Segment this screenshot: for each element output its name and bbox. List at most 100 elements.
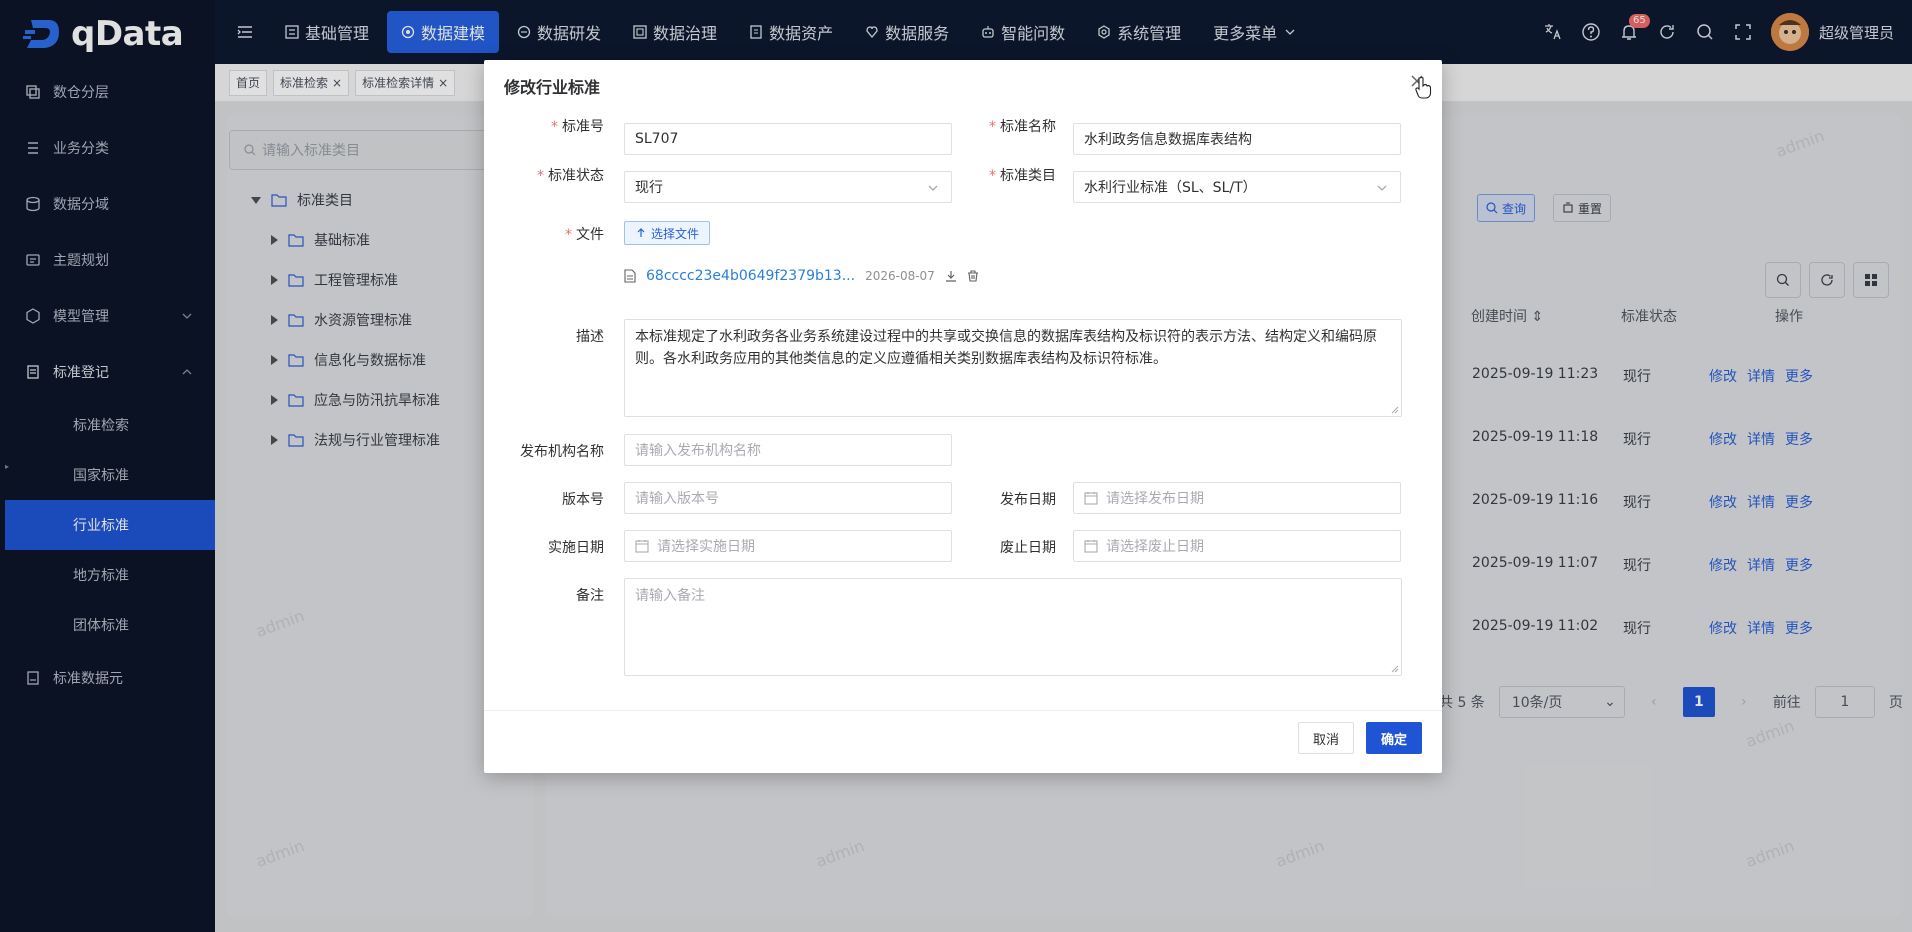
avatar[interactable]: [1770, 13, 1809, 51]
goto-page-input[interactable]: 1: [1814, 686, 1875, 718]
edit-link[interactable]: 修改: [1709, 492, 1737, 512]
reset-button[interactable]: 重置: [1553, 194, 1612, 222]
sidebar-item-theme[interactable]: 主题规划: [5, 234, 215, 286]
model-icon: [25, 308, 41, 324]
sidebar-item-model[interactable]: 模型管理: [5, 290, 215, 342]
tree-search-input[interactable]: 请输入标准类目: [229, 130, 489, 170]
more-link[interactable]: 更多: [1785, 429, 1813, 449]
abolish-date-picker[interactable]: 请选择废止日期: [1073, 530, 1401, 562]
sidebar-subitem-national[interactable]: 国家标准: [5, 450, 215, 500]
nav-assets[interactable]: 数据资产: [735, 11, 847, 53]
version-input[interactable]: 请输入版本号: [624, 482, 952, 514]
nav-dev[interactable]: 数据研发: [503, 11, 615, 53]
edit-link[interactable]: 修改: [1709, 366, 1737, 386]
sidebar-item-data-element[interactable]: 标准数据元: [5, 652, 215, 704]
caret-right-icon[interactable]: [271, 395, 278, 405]
sidebar-item-register[interactable]: 标准登记: [5, 346, 215, 398]
caret-right-icon[interactable]: [271, 315, 278, 325]
nav-governance[interactable]: 数据治理: [619, 11, 731, 53]
nav-more[interactable]: 更多菜单: [1199, 11, 1311, 53]
effective-date-picker[interactable]: 请选择实施日期: [624, 530, 952, 562]
search-icon[interactable]: [1765, 262, 1801, 298]
query-button[interactable]: 查询: [1477, 194, 1536, 222]
edit-link[interactable]: 修改: [1709, 555, 1737, 575]
more-link[interactable]: 更多: [1785, 492, 1813, 512]
detail-link[interactable]: 详情: [1747, 366, 1775, 386]
menu-collapse-icon[interactable]: [231, 18, 259, 46]
service-icon: [865, 25, 879, 39]
detail-link[interactable]: 详情: [1747, 555, 1775, 575]
choose-file-button[interactable]: 选择文件: [624, 221, 711, 245]
name-input[interactable]: 水利政务信息数据库表结构: [1073, 123, 1401, 155]
edit-link[interactable]: 修改: [1709, 618, 1737, 638]
publisher-input[interactable]: 请输入发布机构名称: [624, 434, 952, 466]
tree-node[interactable]: 工程管理标准: [271, 270, 398, 290]
app-logo[interactable]: qData: [5, 0, 215, 68]
prev-page-icon[interactable]: ‹: [1639, 687, 1669, 717]
edit-link[interactable]: 修改: [1709, 429, 1737, 449]
sidebar-subitem-industry[interactable]: 行业标准: [5, 500, 215, 550]
status-select[interactable]: 现行: [624, 171, 952, 203]
caret-right-icon[interactable]: [271, 435, 278, 445]
confirm-button[interactable]: 确定: [1366, 722, 1422, 754]
description-textarea[interactable]: 本标准规定了水利政务各业务系统建设过程中的共享或交换信息的数据库表结构及标识符的…: [624, 319, 1402, 417]
close-icon[interactable]: ×: [332, 76, 342, 90]
tag-standard-search[interactable]: 标准检索 ×: [273, 69, 350, 96]
tree-node[interactable]: 法规与行业管理标准: [271, 430, 440, 450]
sidebar-item-layers[interactable]: 数仓分层: [5, 66, 215, 118]
tree-root[interactable]: 标准类目: [251, 190, 353, 210]
caret-right-icon[interactable]: [271, 275, 278, 285]
delete-icon[interactable]: [967, 270, 979, 282]
tree-node[interactable]: 水资源管理标准: [271, 310, 412, 330]
sidebar-subitem-local[interactable]: 地方标准: [5, 550, 215, 600]
refresh-icon[interactable]: [1657, 22, 1677, 42]
tree-node[interactable]: 基础标准: [271, 230, 370, 250]
tree-node[interactable]: 应急与防汛抗旱标准: [271, 390, 440, 410]
nav-basic[interactable]: 基础管理: [271, 11, 383, 53]
tag-home[interactable]: 首页: [229, 69, 268, 96]
caret-right-icon[interactable]: [271, 235, 278, 245]
tag-standard-detail[interactable]: 标准检索详情 ×: [355, 69, 456, 96]
resize-handle-icon[interactable]: [1391, 665, 1399, 673]
sort-icon[interactable]: ⇕: [1531, 309, 1543, 325]
user-name[interactable]: 超级管理员: [1819, 22, 1894, 43]
nav-modeling[interactable]: 数据建模: [387, 11, 500, 53]
nav-system[interactable]: 系统管理: [1083, 11, 1195, 53]
column-created-time[interactable]: 创建时间 ⇕: [1471, 306, 1543, 326]
code-input[interactable]: SL707: [624, 123, 952, 155]
nav-service[interactable]: 数据服务: [851, 11, 963, 53]
sidebar-subitem-search[interactable]: 标准检索: [5, 400, 215, 450]
resize-handle-icon[interactable]: [1391, 406, 1399, 414]
detail-link[interactable]: 详情: [1747, 429, 1775, 449]
more-link[interactable]: 更多: [1785, 618, 1813, 638]
file-name-link[interactable]: 68cccc23e4b0649f2379b13...: [646, 268, 855, 284]
fullscreen-icon[interactable]: [1733, 22, 1753, 42]
refresh-icon[interactable]: [1809, 262, 1845, 298]
detail-link[interactable]: 详情: [1747, 492, 1775, 512]
caret-right-icon[interactable]: [271, 355, 278, 365]
detail-link[interactable]: 详情: [1747, 618, 1775, 638]
nav-ai-query[interactable]: 智能问数: [967, 11, 1079, 53]
cancel-button[interactable]: 取消: [1298, 722, 1354, 754]
columns-icon[interactable]: [1853, 262, 1889, 298]
remark-textarea[interactable]: 请输入备注: [624, 578, 1402, 676]
download-icon[interactable]: [945, 270, 957, 282]
search-icon[interactable]: [1695, 22, 1715, 42]
translate-icon[interactable]: [1543, 22, 1563, 42]
bell-icon[interactable]: 65: [1619, 14, 1650, 42]
sidebar-subitem-group[interactable]: 团体标准: [5, 600, 215, 650]
sidebar-item-business[interactable]: 业务分类: [5, 122, 215, 174]
sidebar-item-domain[interactable]: 数据分域: [5, 178, 215, 230]
next-page-icon[interactable]: ›: [1729, 687, 1759, 717]
page-size-select[interactable]: 10条/页 ⌄: [1498, 686, 1625, 718]
publish-date-picker[interactable]: 请选择发布日期: [1073, 482, 1401, 514]
more-link[interactable]: 更多: [1785, 366, 1813, 386]
calendar-icon: [635, 539, 649, 553]
help-icon[interactable]: [1581, 22, 1601, 42]
tree-node[interactable]: 信息化与数据标准: [271, 350, 426, 370]
category-select[interactable]: 水利行业标准（SL、SL/T）: [1073, 171, 1401, 203]
page-number[interactable]: 1: [1682, 687, 1715, 717]
caret-down-icon[interactable]: [251, 196, 261, 204]
more-link[interactable]: 更多: [1785, 555, 1813, 575]
close-icon[interactable]: ×: [438, 76, 448, 90]
